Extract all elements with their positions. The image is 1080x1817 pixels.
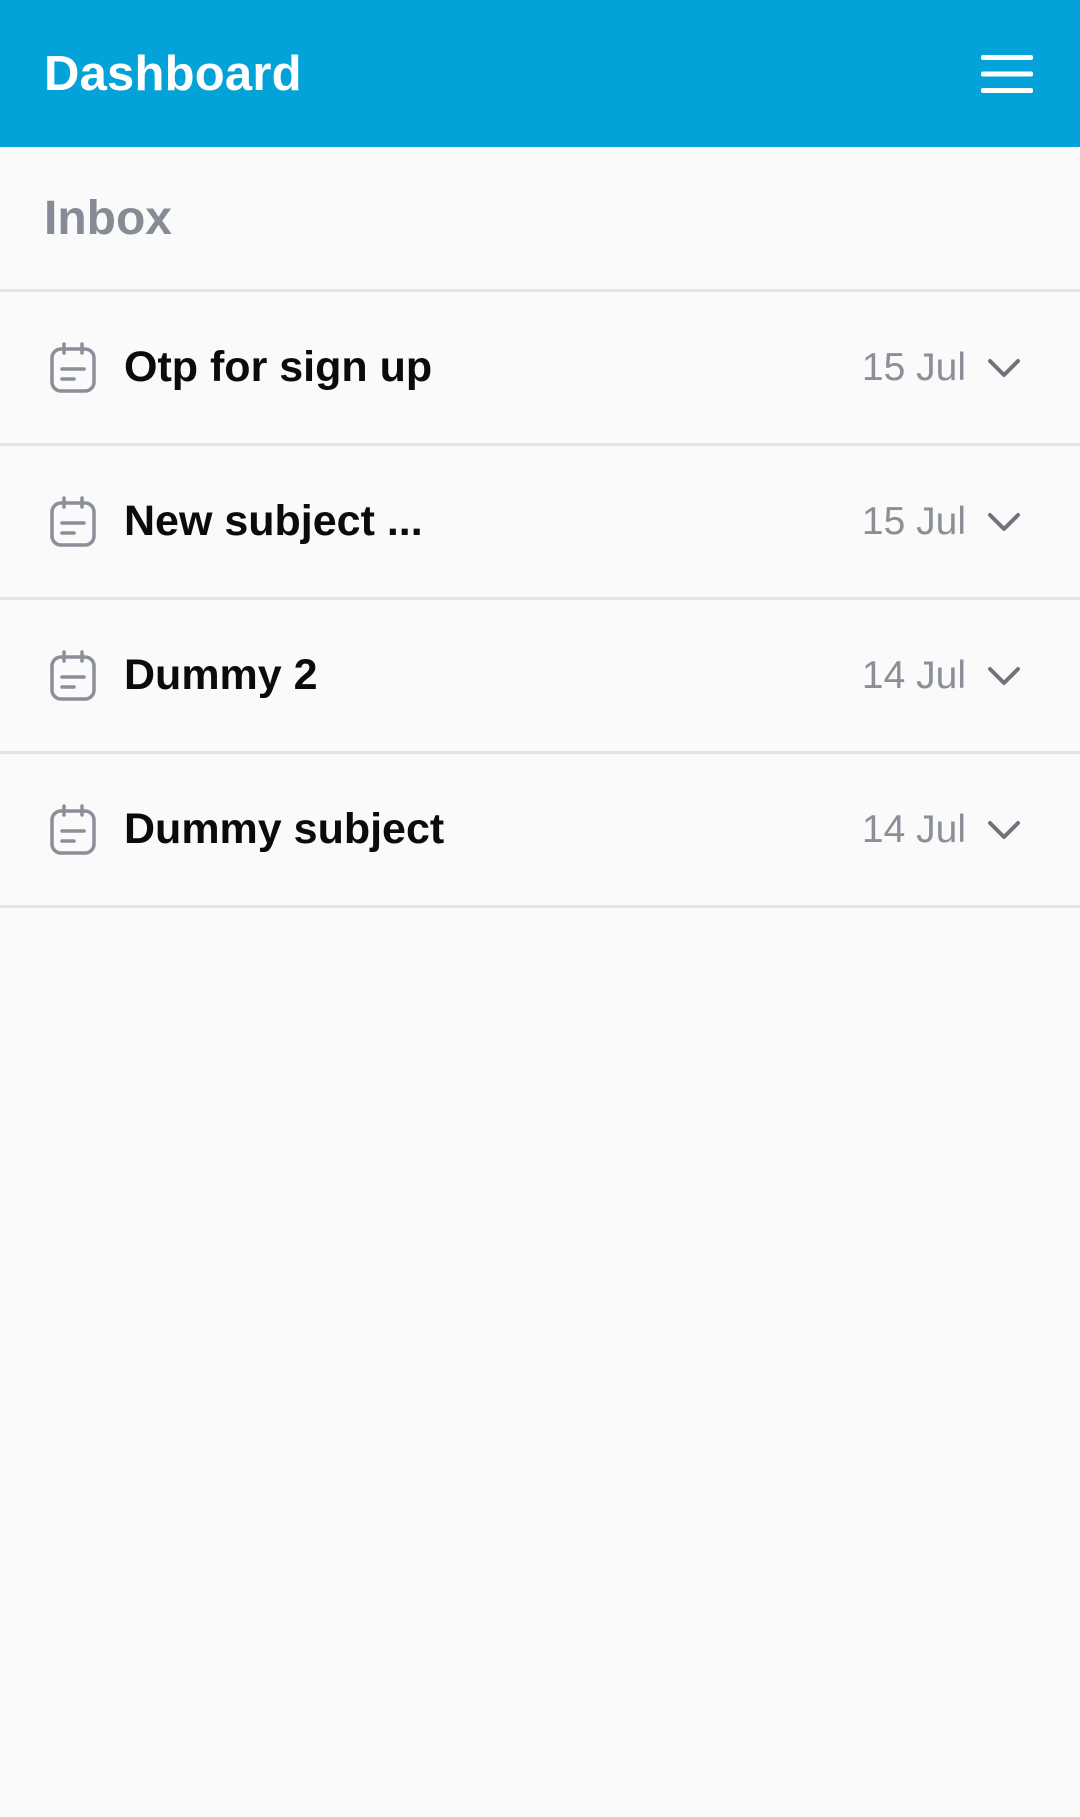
- message-subject: Dummy 2: [124, 651, 318, 699]
- list-item[interactable]: Dummy subject 14 Jul: [0, 754, 1080, 908]
- chevron-down-icon[interactable]: [984, 810, 1024, 850]
- chevron-down-icon[interactable]: [984, 348, 1024, 388]
- inbox-header: Inbox: [0, 147, 1080, 292]
- app-bar: Dashboard: [0, 0, 1080, 147]
- message-date: 14 Jul: [861, 653, 966, 697]
- chevron-down-icon[interactable]: [984, 502, 1024, 542]
- list-item[interactable]: Otp for sign up 15 Jul: [0, 292, 1080, 446]
- list-item[interactable]: New subject ... 15 Jul: [0, 446, 1080, 600]
- chevron-down-icon[interactable]: [984, 656, 1024, 696]
- menu-button[interactable]: [974, 41, 1040, 107]
- note-icon: [48, 649, 98, 703]
- message-subject: Otp for sign up: [124, 343, 433, 391]
- section-title: Inbox: [44, 191, 172, 245]
- note-icon: [48, 495, 98, 549]
- hamburger-menu-icon: [981, 54, 1033, 93]
- note-icon: [48, 803, 98, 857]
- message-subject: New subject ...: [124, 497, 423, 545]
- message-date: 15 Jul: [861, 499, 966, 543]
- message-date: 14 Jul: [861, 807, 966, 851]
- inbox-list: Otp for sign up 15 Jul New subject ... 1…: [0, 292, 1080, 908]
- page-title: Dashboard: [44, 46, 302, 101]
- message-date: 15 Jul: [861, 345, 966, 389]
- list-item[interactable]: Dummy 2 14 Jul: [0, 600, 1080, 754]
- note-icon: [48, 341, 98, 395]
- message-subject: Dummy subject: [124, 805, 445, 853]
